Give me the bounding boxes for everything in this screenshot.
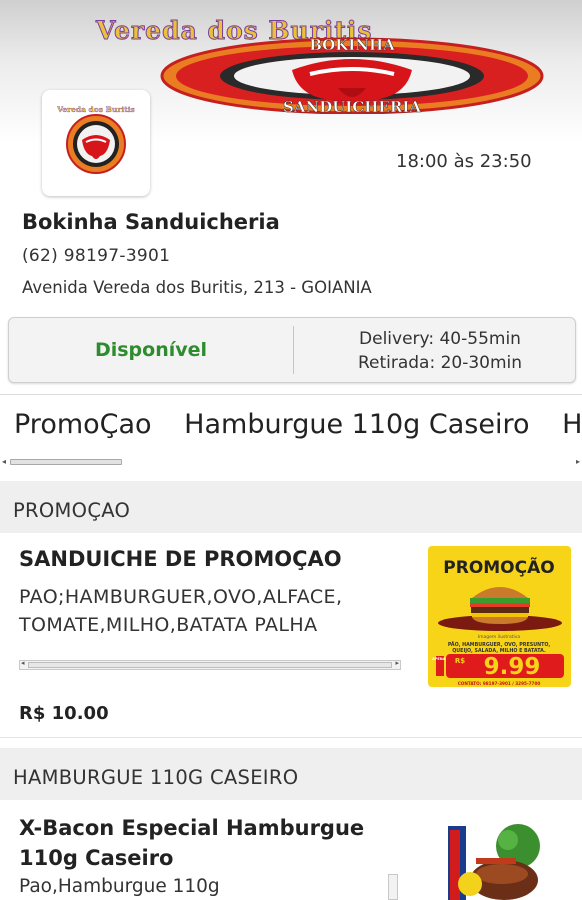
- tab-promocao[interactable]: PromoÇao: [14, 409, 152, 440]
- product-description-line: PAO;HAMBURGUER,OVO,ALFACE,: [19, 586, 343, 608]
- banner-logo-top-text: BOKINHA: [309, 36, 395, 54]
- scroll-left-arrow-icon[interactable]: ◂: [2, 457, 6, 466]
- section-header-promocao: PROMOÇAO: [0, 481, 582, 533]
- scroll-right-arrow-icon[interactable]: ▸: [395, 659, 399, 667]
- product-image-x-bacon[interactable]: [446, 824, 542, 900]
- product-card[interactable]: SANDUICHE DE PROMOÇAO PAO;HAMBURGUER,OVO…: [0, 533, 582, 738]
- status-card: Disponível Delivery: 40-55min Retirada: …: [8, 317, 576, 383]
- scroll-right-arrow-icon[interactable]: ▸: [576, 457, 580, 466]
- store-phone[interactable]: (62) 98197-3901: [22, 246, 170, 266]
- store-banner: Vereda dos Buritis BOKINHA SANDUICHERIA …: [0, 0, 582, 205]
- tabs-scroll-thumb[interactable]: [10, 459, 122, 465]
- scroll-left-arrow-icon[interactable]: ◂: [21, 659, 25, 667]
- tab-next-category[interactable]: Ha: [562, 409, 582, 440]
- promo-image-heading: PROMOÇÃO: [443, 555, 554, 578]
- product-name-line: X-Bacon Especial Hamburgue: [19, 816, 365, 840]
- banner-logo-bottom-text: SANDUICHERIA: [283, 98, 421, 114]
- promo-image-ingredients: PÃO, HAMBURGUER, OVO, PRESUNTO,: [448, 641, 551, 648]
- product-card[interactable]: X-Bacon Especial Hamburgue 110g Caseiro …: [0, 800, 582, 900]
- promo-image-contact: CONTATO: 98197-3901 / 3295-7700: [458, 681, 541, 686]
- delivery-times: Delivery: 40-55min Retirada: 20-30min: [309, 327, 571, 375]
- product-image-promo[interactable]: PROMOÇÃO Imagem ilustrativa PÃO, HAMBURG…: [428, 546, 571, 687]
- product-description: Pao,Hamburgue 110g: [19, 876, 220, 897]
- promo-price-prefix: R$: [455, 657, 465, 665]
- product-price: R$ 10.00: [19, 703, 109, 724]
- status-divider: [293, 326, 294, 374]
- product-description-line: TOMATE,MILHO,BATATA PALHA: [19, 614, 318, 636]
- tab-hamburgue-110g-caseiro[interactable]: Hamburgue 110g Caseiro: [184, 409, 529, 440]
- promo-image-price: 9.99: [484, 654, 541, 680]
- promo-price-tag-label: APENAS: [432, 657, 448, 661]
- availability-status: Disponível: [94, 339, 208, 361]
- product-name-line: 110g Caseiro: [19, 846, 174, 870]
- store-logo: Vereda dos Buritis: [42, 90, 150, 196]
- product-name: SANDUICHE DE PROMOÇAO: [19, 547, 342, 571]
- tabs-scrollbar[interactable]: ◂ ▸: [2, 457, 580, 467]
- store-name: Bokinha Sanduicheria: [22, 210, 280, 234]
- section-header-hamburgue-110g-caseiro: HAMBURGUE 110G CASEIRO: [0, 748, 582, 800]
- product-description: PAO;HAMBURGUER,OVO,ALFACE, TOMATE,MILHO,…: [19, 583, 342, 639]
- promo-image-caption: Imagem ilustrativa: [478, 634, 521, 640]
- opening-hours: 18:00 às 23:50: [396, 151, 532, 172]
- description-scroll-thumb[interactable]: [28, 662, 392, 668]
- description-scrollbar[interactable]: ◂ ▸: [19, 659, 401, 670]
- store-logo-text: Vereda dos Buritis: [56, 105, 135, 114]
- store-address: Avenida Vereda dos Buritis, 213 - GOIANI…: [22, 278, 372, 297]
- product-name: X-Bacon Especial Hamburgue 110g Caseiro: [19, 813, 364, 873]
- description-scrollbar[interactable]: [388, 874, 398, 900]
- delivery-time: Delivery: 40-55min: [359, 329, 521, 349]
- pickup-time: Retirada: 20-30min: [357, 353, 523, 373]
- banner-logo: BOKINHA SANDUICHERIA: [160, 36, 544, 114]
